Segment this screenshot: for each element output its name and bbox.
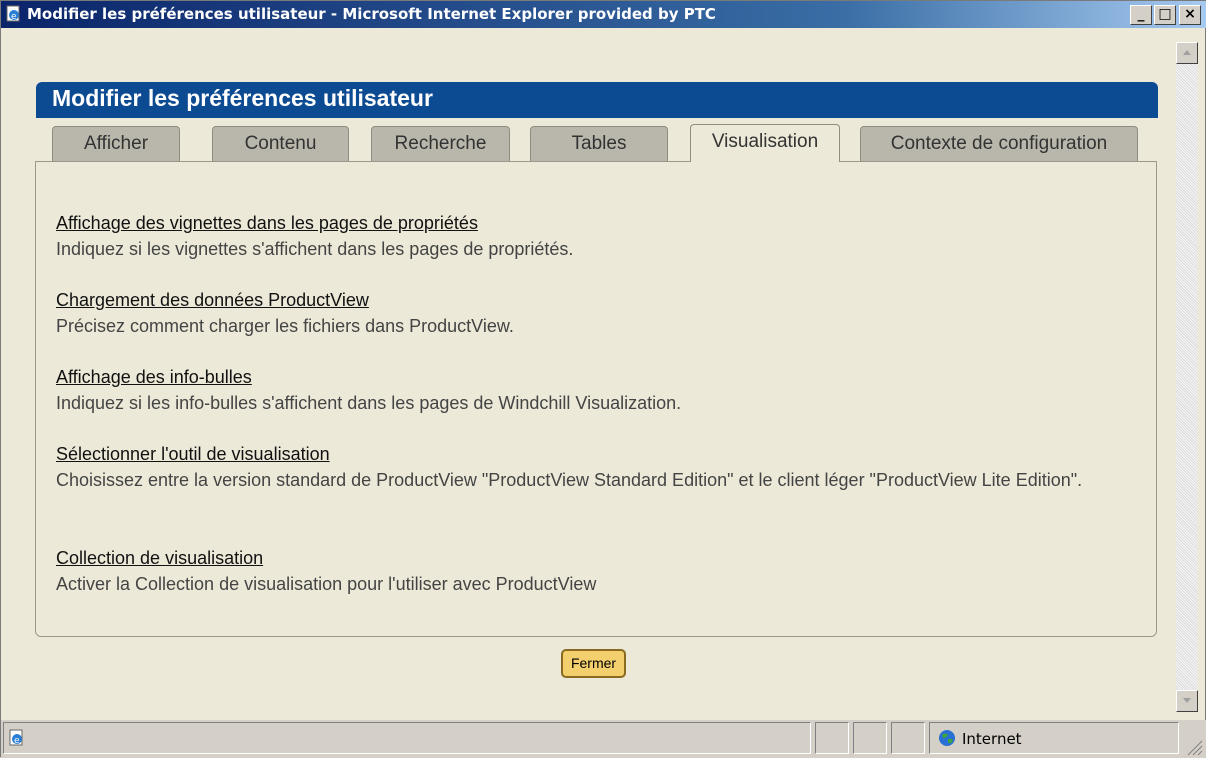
security-zone-label: Internet (962, 730, 1022, 748)
svg-text:e: e (11, 12, 17, 22)
status-pane (891, 722, 925, 754)
link-affichage-info-bulles[interactable]: Affichage des info-bulles (56, 364, 1116, 390)
tab-visualisation[interactable]: Visualisation (690, 124, 840, 162)
link-affichage-vignettes[interactable]: Affichage des vignettes dans les pages d… (56, 210, 1116, 236)
tab-afficher[interactable]: Afficher (52, 126, 180, 162)
status-bar: e Internet (1, 720, 1206, 758)
section-chargement: Chargement des données ProductView Préci… (56, 287, 1116, 340)
maximize-button[interactable]: □ (1154, 5, 1176, 25)
ie-window: e Modifier les préférences utilisateur -… (0, 0, 1206, 758)
tab-contenu[interactable]: Contenu (212, 126, 349, 162)
section-vignettes: Affichage des vignettes dans les pages d… (56, 210, 1116, 263)
scroll-up-button[interactable] (1176, 42, 1198, 64)
fermer-button[interactable]: Fermer (561, 649, 626, 678)
desc-chargement-productview: Précisez comment charger les fichiers da… (56, 316, 514, 336)
page-title: Modifier les préférences utilisateur (52, 85, 433, 111)
status-main-pane: e (3, 722, 811, 754)
section-collection: Collection de visualisation Activer la C… (56, 545, 1116, 598)
ie-page-icon: e (9, 729, 23, 746)
section-outil: Sélectionner l'outil de visualisation Ch… (56, 441, 1116, 494)
resize-grip-icon[interactable] (1185, 738, 1203, 756)
link-selectionner-outil[interactable]: Sélectionner l'outil de visualisation (56, 441, 1116, 467)
desc-affichage-info-bulles: Indiquez si les info-bulles s'affichent … (56, 393, 682, 413)
desc-affichage-vignettes: Indiquez si les vignettes s'affichent da… (56, 239, 574, 259)
preferences-panel: Affichage des vignettes dans les pages d… (35, 161, 1157, 637)
globe-icon (939, 730, 955, 746)
desc-selectionner-outil: Choisissez entre la version standard de … (56, 470, 1083, 490)
zone-pane: Internet (929, 722, 1179, 754)
ie-page-icon: e (6, 5, 20, 22)
status-pane (853, 722, 887, 754)
desc-collection-visualisation: Activer la Collection de visualisation p… (56, 574, 597, 594)
arrow-up-icon (1183, 50, 1191, 55)
svg-text:e: e (14, 736, 20, 746)
page-content: Modifier les préférences utilisateur Aff… (9, 42, 1173, 712)
vertical-scrollbar[interactable] (1176, 42, 1198, 712)
minimize-button[interactable]: _ (1130, 5, 1152, 25)
scroll-down-button[interactable] (1176, 690, 1198, 712)
close-button[interactable]: × (1179, 5, 1201, 25)
tab-contexte-configuration[interactable]: Contexte de configuration (860, 126, 1138, 162)
tab-tables[interactable]: Tables (530, 126, 668, 162)
section-info-bulles: Affichage des info-bulles Indiquez si le… (56, 364, 1116, 417)
link-chargement-productview[interactable]: Chargement des données ProductView (56, 287, 1116, 313)
page-header: Modifier les préférences utilisateur (36, 82, 1158, 118)
window-title: Modifier les préférences utilisateur - M… (27, 5, 716, 23)
tab-recherche[interactable]: Recherche (371, 126, 510, 162)
arrow-down-icon (1183, 698, 1191, 703)
title-bar[interactable]: e Modifier les préférences utilisateur -… (1, 1, 1206, 28)
status-pane (815, 722, 849, 754)
link-collection-visualisation[interactable]: Collection de visualisation (56, 545, 1116, 571)
